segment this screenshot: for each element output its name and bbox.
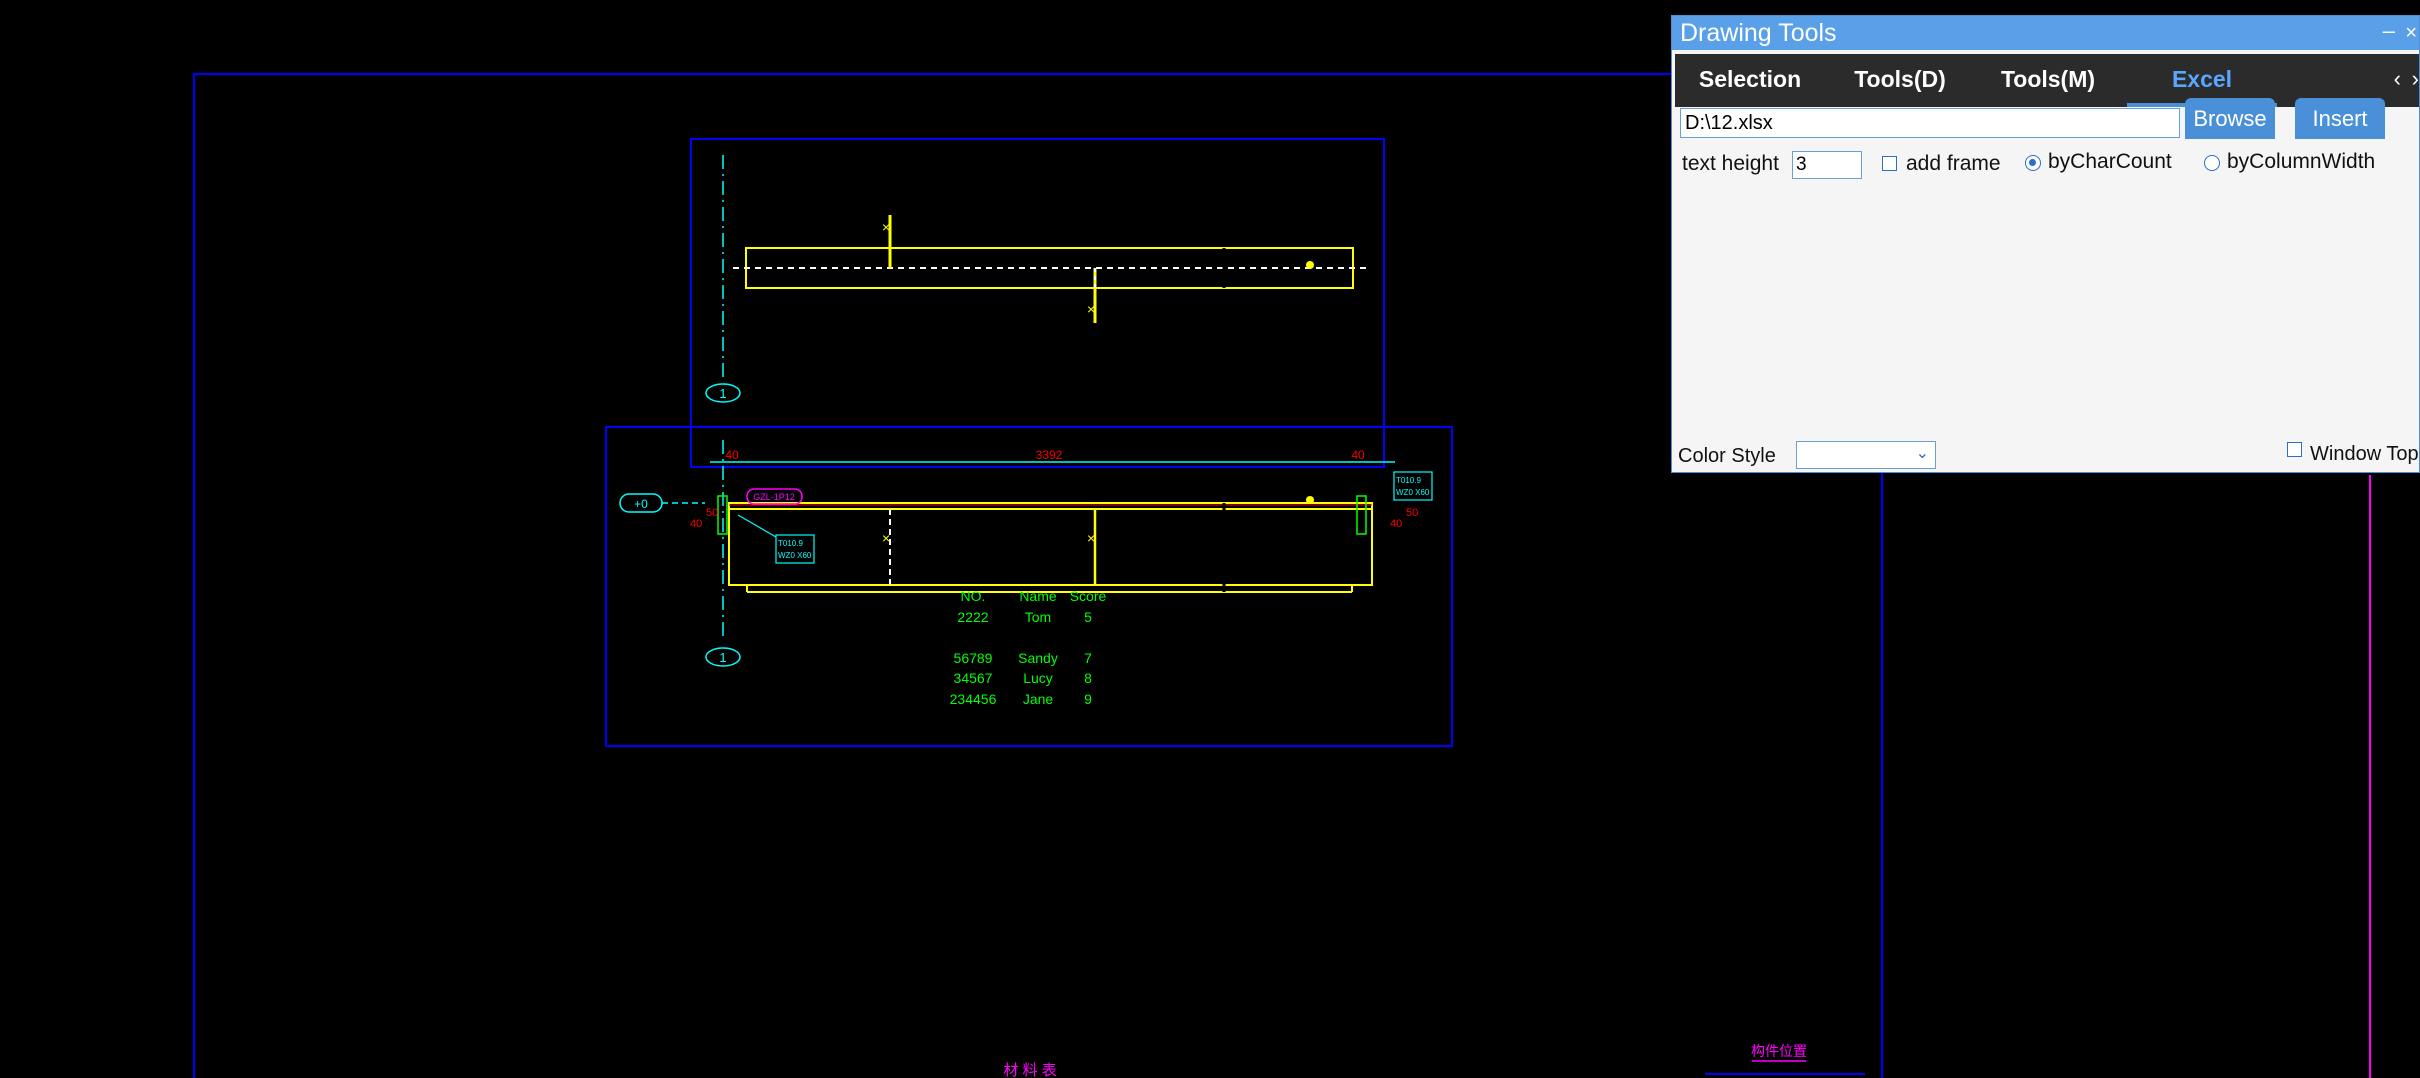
by-column-width-label: byColumnWidth: [2227, 150, 2376, 173]
table-cell: 2222: [957, 609, 988, 625]
dimension-right: 40: [1351, 448, 1365, 462]
table-cell: Sandy: [1018, 650, 1058, 666]
by-char-count-radio[interactable]: [2025, 155, 2041, 171]
file-path-input[interactable]: [1680, 108, 2180, 138]
dim-small-right-a: 50: [1406, 507, 1418, 519]
table-cell: 5: [1084, 609, 1092, 625]
tab-tools-m[interactable]: Tools(M): [1987, 54, 2109, 107]
dimension-left: 40: [725, 448, 739, 462]
beam-elevation: [728, 502, 1373, 586]
dim-small-left-a: 50: [706, 507, 718, 519]
dim-small-left-b: 40: [690, 518, 702, 530]
table-header-name: Name: [1019, 588, 1057, 604]
dim-small-right-b: 40: [1390, 518, 1402, 530]
table-header-score: Score: [1070, 588, 1107, 604]
bottom-right-title: 构件位置: [1751, 1043, 1807, 1059]
add-frame-checkbox[interactable]: [1882, 156, 1897, 171]
add-frame-label: add frame: [1906, 152, 2001, 175]
cut-mark-top-2: ×: [1087, 301, 1095, 317]
window-top-checkbox[interactable]: [2287, 442, 2302, 457]
table-header-no: NO.: [961, 588, 986, 604]
panel-title: Drawing Tools: [1680, 19, 1837, 47]
bolt-tag-right-1: T010.9: [1396, 476, 1421, 485]
text-height-input[interactable]: [1792, 151, 1862, 179]
insert-button[interactable]: Insert: [2295, 98, 2385, 139]
minimize-button[interactable]: –: [2383, 16, 2395, 50]
close-button[interactable]: ×: [2405, 16, 2417, 50]
member-tag: GZL-1P12: [753, 492, 795, 502]
cut-mark-top-1: ×: [882, 219, 890, 235]
options-row: text height add frame byCharCount byColu…: [1682, 146, 2419, 186]
axis-label-top: 1: [719, 386, 726, 401]
table-cell: 56789: [954, 650, 993, 666]
panel-title-bar[interactable]: Drawing Tools: [1672, 16, 2419, 50]
browse-button[interactable]: Browse: [2185, 98, 2275, 139]
dimension-total: 3392: [1036, 448, 1063, 462]
table-cell: 9: [1084, 691, 1092, 707]
bottom-row: Color Style ⌄ Window Top: [1678, 441, 2419, 473]
chevron-down-icon: ⌄: [1915, 445, 1929, 462]
table-cell: 34567: [954, 670, 993, 686]
color-style-select[interactable]: ⌄: [1796, 441, 1936, 469]
window-top-label: Window Top: [2310, 443, 2419, 465]
table-cell: 8: [1084, 670, 1092, 686]
bolt-tag-left-1: T010.9: [778, 539, 803, 548]
axis-label-elev: 1: [719, 650, 726, 665]
end-plate-right: [1356, 495, 1367, 535]
table-cell: Jane: [1023, 691, 1054, 707]
bolt-elev: [1306, 496, 1314, 504]
tab-prev-icon[interactable]: ‹: [2394, 54, 2401, 107]
elevation-tag: +0: [634, 497, 648, 511]
cut-mark-elev-2: ×: [1087, 530, 1095, 546]
table-cell: Tom: [1025, 609, 1051, 625]
tab-next-icon[interactable]: ›: [2412, 54, 2419, 107]
bolt-tag-right-2: WZ0 X60: [1396, 488, 1430, 497]
tab-selection[interactable]: Selection: [1685, 54, 1815, 107]
table-cell: 7: [1084, 650, 1092, 666]
sheet-frame: [193, 73, 1883, 1078]
by-column-width-radio[interactable]: [2204, 155, 2220, 171]
bolt-top: [1306, 261, 1314, 269]
bolt-tag-left-2: WZ0 X60: [778, 551, 812, 560]
color-style-label: Color Style: [1678, 445, 1776, 467]
tab-tools-d[interactable]: Tools(D): [1840, 54, 1960, 107]
table-cell: Lucy: [1023, 670, 1053, 686]
cut-mark-elev-1: ×: [882, 530, 890, 546]
top-view-viewport[interactable]: [690, 138, 1385, 468]
leader-left: [737, 514, 777, 538]
excel-table[interactable]: NO. Name Score 2222 Tom 5 56789 Sandy 7 …: [950, 588, 1107, 707]
table-cell: 234456: [950, 691, 997, 707]
drawing-tools-panel[interactable]: Drawing Tools – × Selection Tools(D) Too…: [1671, 15, 2420, 473]
text-height-label: text height: [1682, 152, 1779, 175]
by-char-count-label: byCharCount: [2048, 150, 2172, 173]
bottom-title: 材 料 表: [1003, 1062, 1056, 1078]
